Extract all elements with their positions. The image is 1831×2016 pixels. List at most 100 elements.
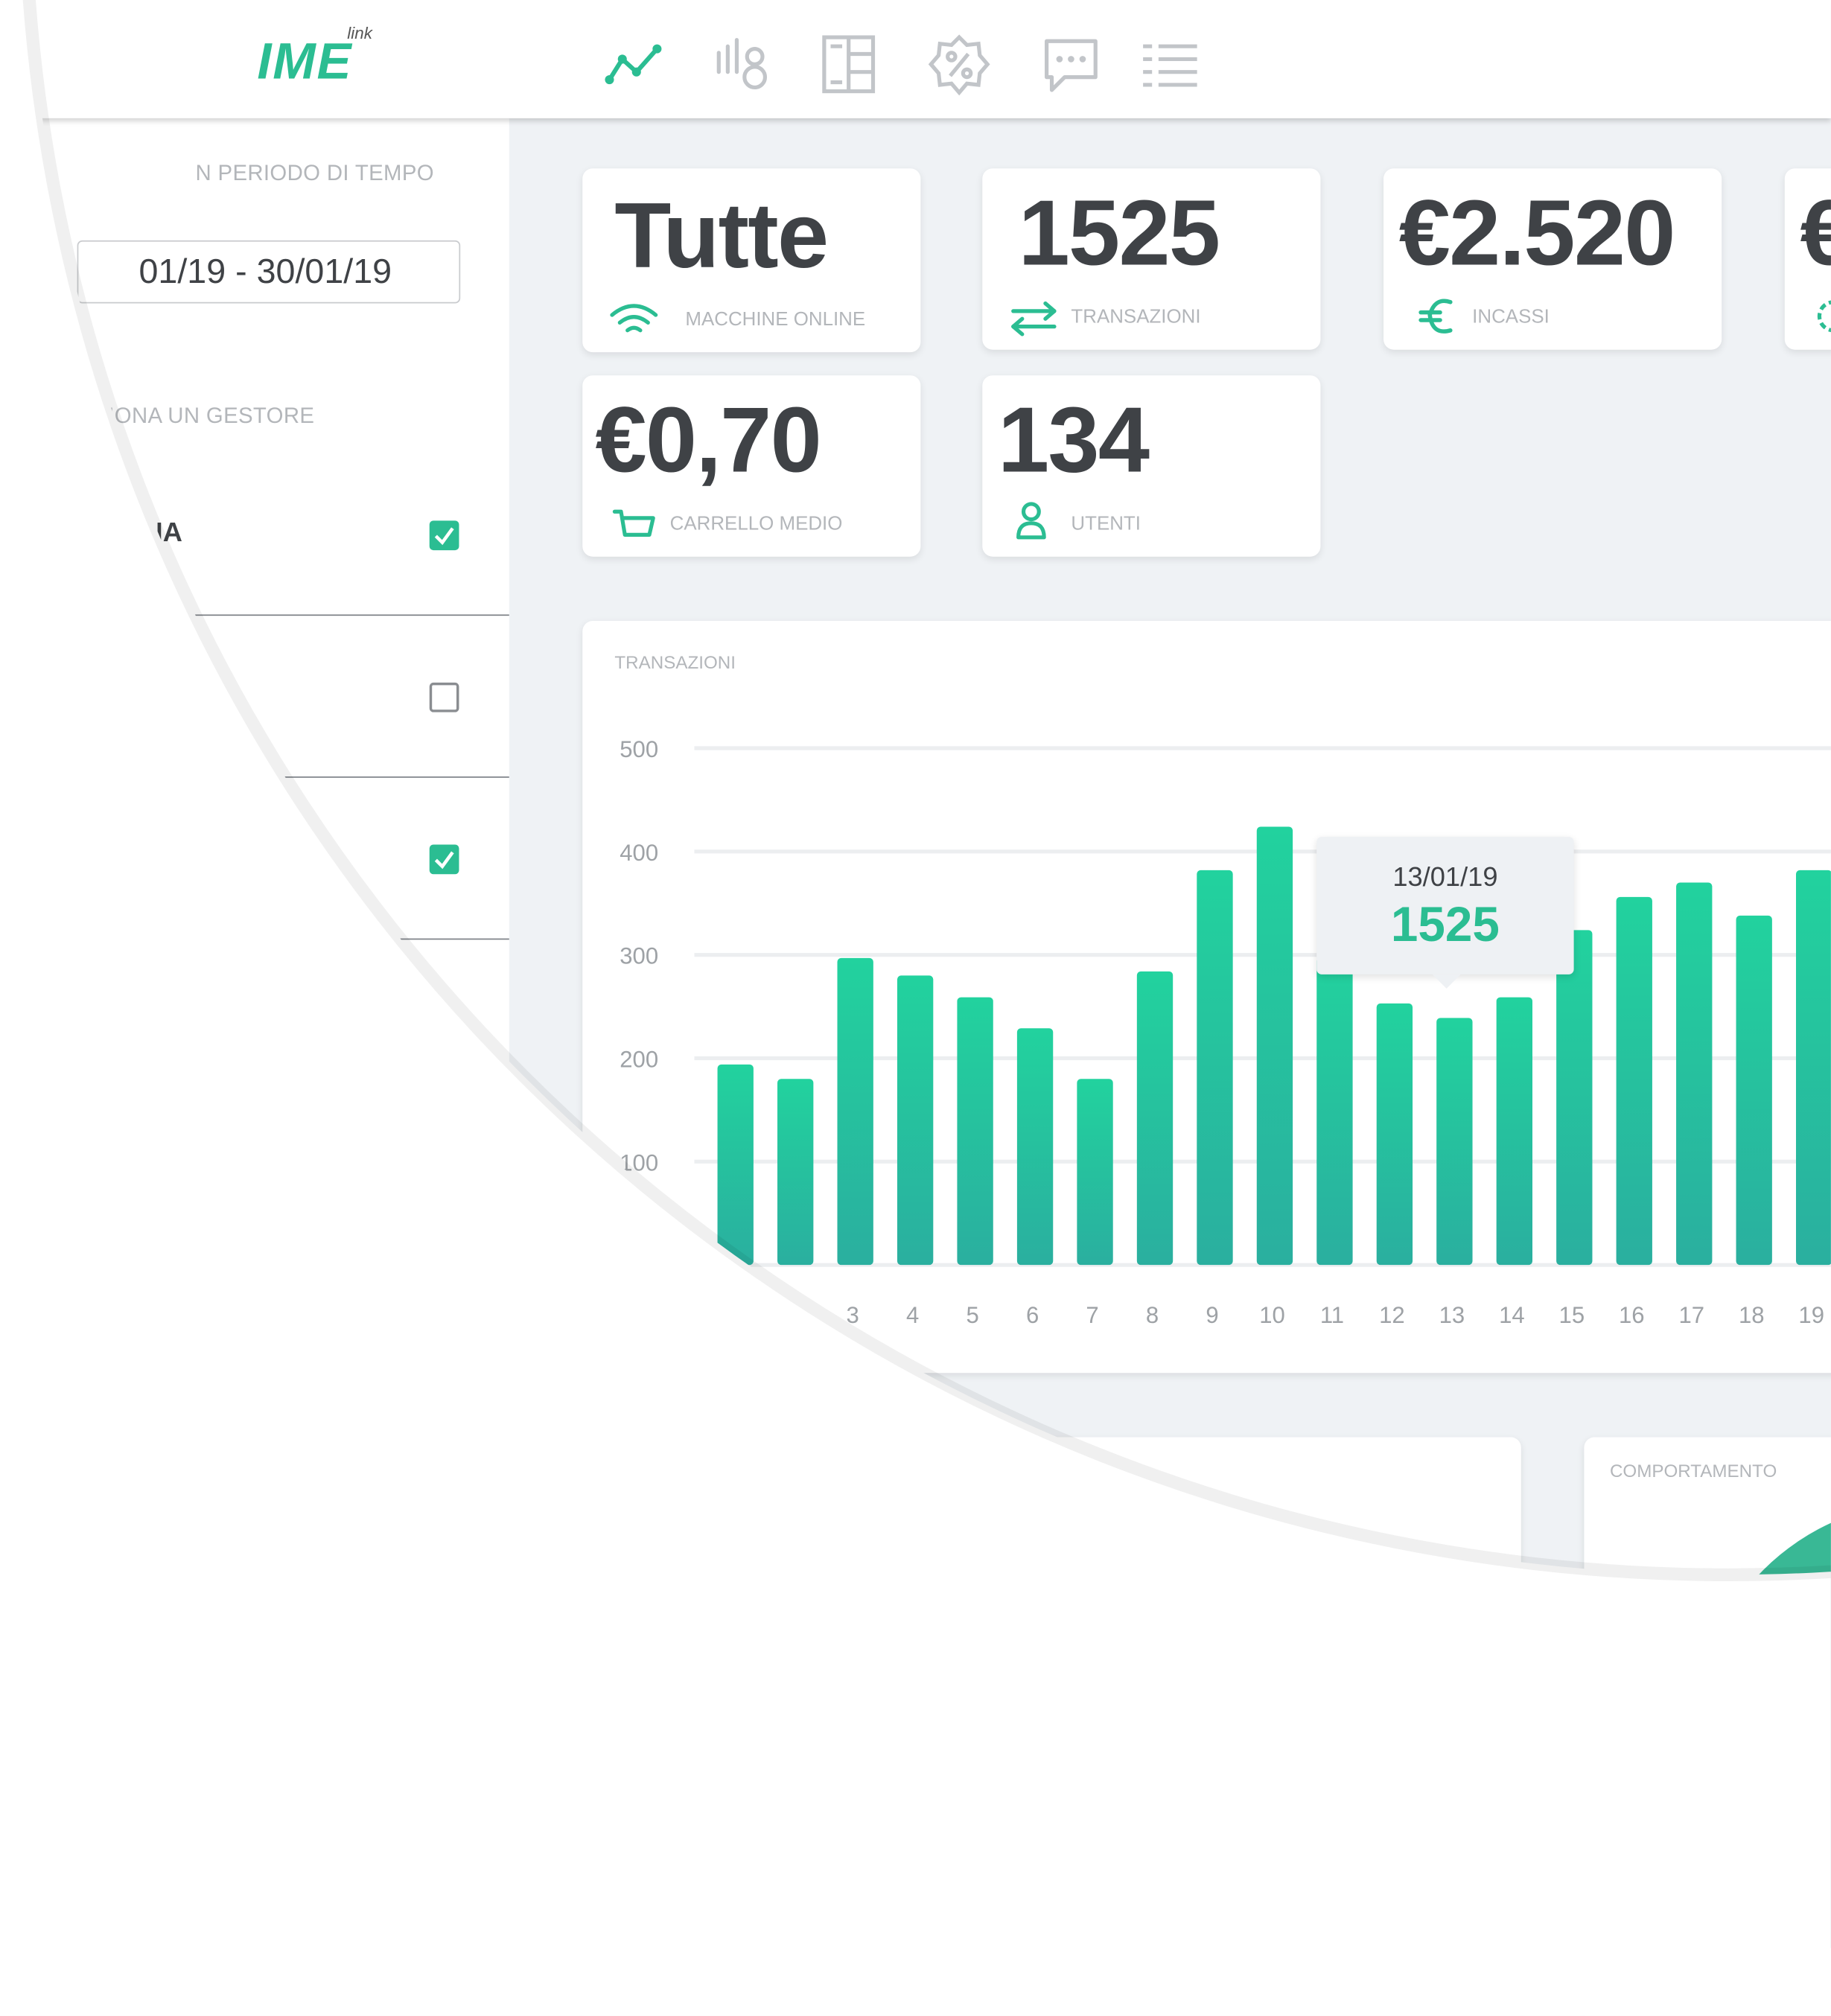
heatmap-cell[interactable] xyxy=(1141,1613,1171,1640)
heatmap-cell[interactable] xyxy=(794,1708,823,1734)
heatmap-cell[interactable] xyxy=(794,1661,823,1687)
heatmap-cell[interactable] xyxy=(825,1755,854,1781)
list-icon[interactable] xyxy=(1141,34,1205,98)
checkbox-unchecked[interactable] xyxy=(429,1168,459,1199)
heatmap-cell[interactable] xyxy=(888,1708,917,1734)
heatmap-cell[interactable] xyxy=(1046,1802,1075,1828)
heatmap-cell[interactable] xyxy=(1109,1613,1139,1640)
heatmap-cell[interactable] xyxy=(888,1848,917,1875)
heatmap-cell[interactable] xyxy=(1046,1566,1075,1593)
heatmap-cell[interactable] xyxy=(1046,1708,1075,1734)
heatmap-cell[interactable] xyxy=(952,1613,981,1640)
heatmap-cell[interactable] xyxy=(1268,1661,1297,1687)
heatmap-cell[interactable] xyxy=(1015,1802,1044,1828)
heatmap-cell[interactable] xyxy=(1141,1661,1171,1687)
heatmap-cell[interactable] xyxy=(1299,1613,1328,1640)
heatmap-cell[interactable] xyxy=(1173,1661,1202,1687)
checkbox-checked[interactable] xyxy=(429,520,459,551)
heatmap-cell[interactable] xyxy=(1015,1566,1044,1593)
heatmap-cell[interactable] xyxy=(857,1566,886,1593)
heatmap-cell[interactable] xyxy=(1363,1802,1392,1828)
heatmap-cell[interactable] xyxy=(1331,1566,1360,1593)
bar[interactable] xyxy=(1316,957,1353,1266)
heatmap-cell[interactable] xyxy=(920,1848,949,1875)
heatmap-cell[interactable] xyxy=(794,1802,823,1828)
heatmap-cell[interactable] xyxy=(1236,1848,1265,1875)
heatmap-cell[interactable] xyxy=(762,1848,791,1875)
heatmap-cell[interactable] xyxy=(1015,1755,1044,1781)
heatmap-cell[interactable] xyxy=(888,1802,917,1828)
gestore-row[interactable]: Municipio xyxy=(0,778,509,940)
heatmap-cell[interactable] xyxy=(1205,1802,1234,1828)
heatmap-cell[interactable] xyxy=(920,1708,949,1734)
heatmap-cell[interactable] xyxy=(1236,1613,1265,1640)
heatmap-cell[interactable] xyxy=(825,1848,854,1875)
bar[interactable] xyxy=(1376,1003,1413,1266)
bar[interactable] xyxy=(1077,1079,1113,1266)
heatmap-cell[interactable] xyxy=(952,1661,981,1687)
bar[interactable] xyxy=(1256,826,1293,1266)
heatmap-cell[interactable] xyxy=(888,1566,917,1593)
heatmap-cell[interactable] xyxy=(1046,1613,1075,1640)
bar[interactable] xyxy=(1676,882,1713,1266)
heatmap-cell[interactable] xyxy=(1046,1755,1075,1781)
heatmap-cell[interactable] xyxy=(1205,1708,1234,1734)
chat-bubble-icon[interactable] xyxy=(1039,34,1103,98)
heatmap-cell[interactable] xyxy=(984,1802,1012,1828)
bar[interactable] xyxy=(1496,997,1533,1266)
heatmap-cell[interactable] xyxy=(730,1708,760,1734)
heatmap-cell[interactable] xyxy=(1078,1755,1107,1781)
heatmap-cell[interactable] xyxy=(1236,1755,1265,1781)
heatmap-cell[interactable] xyxy=(920,1755,949,1781)
heatmap-cell[interactable] xyxy=(730,1613,760,1640)
heatmap-cell[interactable] xyxy=(698,1755,727,1781)
heatmap-cell[interactable] xyxy=(794,1566,823,1593)
heatmap-cell[interactable] xyxy=(762,1661,791,1687)
heatmap-cell[interactable] xyxy=(1015,1848,1044,1875)
heatmap-cell[interactable] xyxy=(667,1566,696,1593)
heatmap-cell[interactable] xyxy=(1141,1802,1171,1828)
line-chart-icon[interactable] xyxy=(603,34,667,98)
heatmap-cell[interactable] xyxy=(1173,1848,1202,1875)
heatmap-cell[interactable] xyxy=(1109,1848,1139,1875)
heatmap-cell[interactable] xyxy=(1395,1613,1424,1640)
gestore-row[interactable]: rea di servizio xyxy=(0,1102,509,1264)
bar[interactable] xyxy=(1197,870,1233,1266)
heatmap-cell[interactable] xyxy=(1363,1661,1392,1687)
heatmap-cell[interactable] xyxy=(762,1566,791,1593)
bar[interactable] xyxy=(1136,971,1174,1266)
heatmap-cell[interactable] xyxy=(857,1755,886,1781)
heatmap-cell[interactable] xyxy=(1331,1661,1360,1687)
heatmap-cell[interactable] xyxy=(698,1661,727,1687)
heatmap-cell[interactable] xyxy=(952,1708,981,1734)
heatmap-cell[interactable] xyxy=(1078,1613,1107,1640)
heatmap-cell[interactable] xyxy=(1268,1802,1297,1828)
heatmap-cell[interactable] xyxy=(1078,1661,1107,1687)
heatmap-cell[interactable] xyxy=(730,1848,760,1875)
heatmap-cell[interactable] xyxy=(825,1566,854,1593)
heatmap-cell[interactable] xyxy=(730,1566,760,1593)
heatmap-cell[interactable] xyxy=(762,1802,791,1828)
heatmap-cell[interactable] xyxy=(1109,1708,1139,1734)
heatmap-cell[interactable] xyxy=(730,1755,760,1781)
heatmap-cell[interactable] xyxy=(698,1708,727,1734)
bar[interactable] xyxy=(957,997,993,1266)
bar[interactable] xyxy=(777,1079,814,1266)
checkbox-unchecked[interactable] xyxy=(429,682,459,712)
heatmap-cell[interactable] xyxy=(1395,1755,1424,1781)
heatmap-cell[interactable] xyxy=(1363,1613,1392,1640)
heatmap-cell[interactable] xyxy=(1173,1802,1202,1828)
heatmap-cell[interactable] xyxy=(698,1566,727,1593)
heatmap-cell[interactable] xyxy=(984,1661,1012,1687)
heatmap-cell[interactable] xyxy=(1395,1566,1424,1593)
gestore-row[interactable]: Jfficio INA xyxy=(0,454,509,616)
heatmap-cell[interactable] xyxy=(1141,1708,1171,1734)
heatmap-cell[interactable] xyxy=(1299,1802,1328,1828)
heatmap-cell[interactable] xyxy=(857,1613,886,1640)
heatmap-cell[interactable] xyxy=(1205,1661,1234,1687)
heatmap-cell[interactable] xyxy=(1331,1802,1360,1828)
heatmap-cell[interactable] xyxy=(1395,1848,1424,1875)
heatmap-cell[interactable] xyxy=(888,1661,917,1687)
heatmap-cell[interactable] xyxy=(1109,1755,1139,1781)
heatmap-cell[interactable] xyxy=(1078,1566,1107,1593)
